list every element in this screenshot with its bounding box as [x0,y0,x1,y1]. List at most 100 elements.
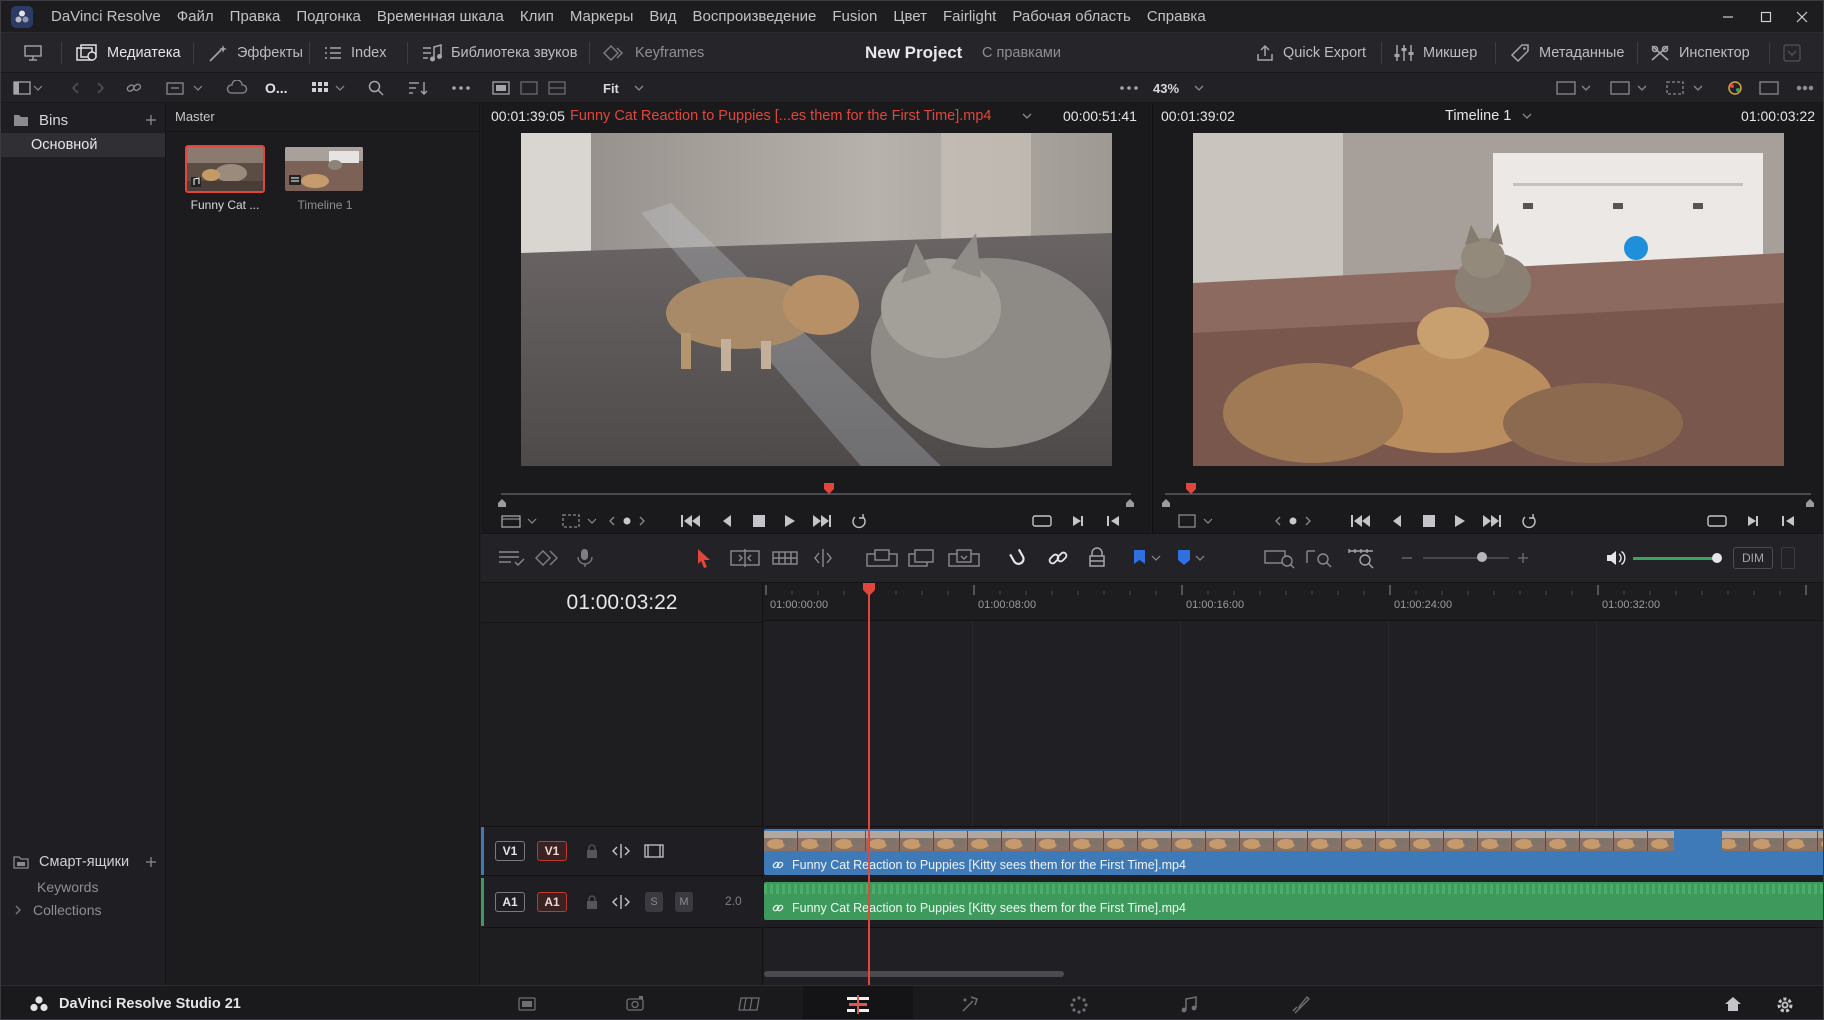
media-page-icon[interactable] [517,995,537,1013]
sort-order-button[interactable]: O... [265,73,288,103]
inspector-button[interactable]: Инспектор [1649,33,1750,73]
flag-blue-icon[interactable] [1131,548,1165,568]
menu-workspace[interactable]: Рабочая область [1004,8,1138,25]
zoom-detail-icon[interactable] [1305,547,1335,569]
zoom-dropdown[interactable]: 43% [1153,73,1205,103]
edit-page-icon-secondary[interactable] [737,995,763,1013]
color-page-icon[interactable] [1069,995,1089,1015]
speaker-icon[interactable] [1605,548,1627,568]
keyframes-button[interactable]: Keyframes [603,33,704,73]
menu-color[interactable]: Цвет [885,8,935,25]
menu-view[interactable]: Вид [641,8,684,25]
mute-button[interactable]: M [675,892,693,912]
volume-slider-thumb[interactable] [1712,553,1722,563]
nav-back-button[interactable] [69,73,83,103]
audio-destination-button[interactable]: A1 [495,892,525,912]
video-destination-button[interactable]: V1 [495,841,525,861]
smart-bin-keywords[interactable]: Keywords [37,879,98,895]
menu-file[interactable]: Файл [169,8,222,25]
clip-thumbnail-timeline[interactable] [285,147,363,191]
timeline-viewer-playhead[interactable] [1185,483,1196,497]
zoom-out-icon[interactable] [1401,552,1413,564]
marker-blue-icon[interactable] [1175,548,1209,568]
cloud-button[interactable] [226,73,248,103]
layout-toggle-button[interactable] [23,33,43,73]
source-scrubber[interactable] [498,483,1134,507]
volume-slider-track[interactable] [1633,557,1717,560]
mixer-button[interactable]: Микшер [1393,33,1477,73]
chevron-down-icon[interactable] [1521,111,1533,121]
index-button[interactable]: Index [323,33,386,73]
source-playhead[interactable] [823,483,834,497]
zoom-custom-icon[interactable] [1347,547,1377,569]
clip-type-icon[interactable] [501,513,539,529]
deliver-page-icon[interactable] [1289,995,1311,1015]
link-media-button[interactable] [125,73,143,103]
cut-page-icon[interactable] [625,995,647,1013]
keyframe-toggle-icon[interactable] [535,548,565,568]
replace-clip-icon[interactable] [947,548,981,568]
menu-edit[interactable]: Правка [222,8,289,25]
metadata-button[interactable]: Метаданные [1509,33,1624,73]
fairlight-page-icon[interactable] [1179,995,1199,1015]
smart-bin-collections-row[interactable]: Collections [13,902,101,918]
transport-controls-icon[interactable] [679,513,875,529]
search-button[interactable] [367,73,385,103]
audio-clip[interactable]: Funny Cat Reaction to Puppies [Kitty see… [764,882,1823,920]
prev-keyframe-dot-next-icon[interactable] [607,514,647,528]
viewer-mode-single-button[interactable] [491,73,571,103]
panel-layout-button[interactable] [13,73,43,103]
home-icon[interactable] [1723,995,1743,1013]
video-clip[interactable]: Funny Cat Reaction to Puppies [Kitty see… [764,829,1823,875]
timeline-playhead[interactable] [863,583,875,985]
collapse-toolbar-button[interactable] [1783,33,1801,73]
sort-button[interactable] [407,73,429,103]
insert-clip-icon[interactable] [865,548,899,568]
zoom-in-icon[interactable] [1517,552,1529,564]
track-lock-icon[interactable] [585,843,599,859]
microphone-icon[interactable] [573,547,597,569]
zoom-slider-thumb[interactable] [1477,552,1487,562]
blade-tool-icon[interactable] [809,548,837,568]
timeline-scrubber[interactable] [1162,483,1814,507]
menu-help[interactable]: Справка [1139,8,1214,25]
crop-icon[interactable] [1177,513,1217,529]
clip-thumbnail-funny-cat[interactable] [185,145,265,193]
source-video-frame[interactable] [521,133,1112,466]
auto-select-icon[interactable] [611,843,631,859]
nav-forward-button[interactable] [93,73,107,103]
bin-item-main[interactable]: Основной [1,133,165,157]
track-visibility-icon[interactable] [643,843,665,859]
selection-arrow-icon[interactable] [695,547,713,569]
linked-selection-icon[interactable] [1047,547,1069,569]
transform-icon[interactable] [561,513,601,529]
media-pool-button[interactable]: Медиатека [75,33,181,73]
snapping-icon[interactable] [1007,547,1029,569]
timeline-name[interactable]: Timeline 1 [1445,108,1511,124]
match-frame-icons[interactable] [1706,513,1802,529]
fusion-page-icon[interactable] [959,995,981,1013]
timeline-view-options-icon[interactable] [497,548,527,568]
menu-fusion[interactable]: Fusion [824,8,885,25]
menu-markers[interactable]: Маркеры [562,8,642,25]
menu-playback[interactable]: Воспроизведение [685,8,825,25]
timeline-video-frame[interactable] [1193,133,1784,466]
dim-button[interactable]: DIM [1733,547,1773,569]
track-lock-icon[interactable] [585,894,599,910]
edit-page-tab[interactable] [803,986,913,1019]
zoom-slider-track[interactable] [1423,557,1509,559]
import-options-button[interactable] [165,73,205,103]
close-button[interactable] [1779,1,1823,33]
prev-keyframe-dot-next-icon[interactable] [1273,514,1313,528]
timeline-horizontal-scrollbar[interactable] [764,971,1064,977]
transport-controls-icon[interactable] [1349,513,1545,529]
view-mode-button[interactable] [311,73,347,103]
settings-gear-icon[interactable] [1775,995,1795,1015]
add-bin-icon[interactable] [145,114,157,126]
video-source-button[interactable]: V1 [537,841,567,861]
add-smart-bin-icon[interactable] [145,856,157,868]
audio-source-button[interactable]: A1 [537,892,567,912]
viewer-display-button[interactable] [1555,73,1815,103]
timeline-track-area[interactable]: 01:00:00:00 01:00:08:00 01:00:16:00 01:0… [764,583,1823,985]
fit-dropdown[interactable]: Fit [603,73,645,103]
